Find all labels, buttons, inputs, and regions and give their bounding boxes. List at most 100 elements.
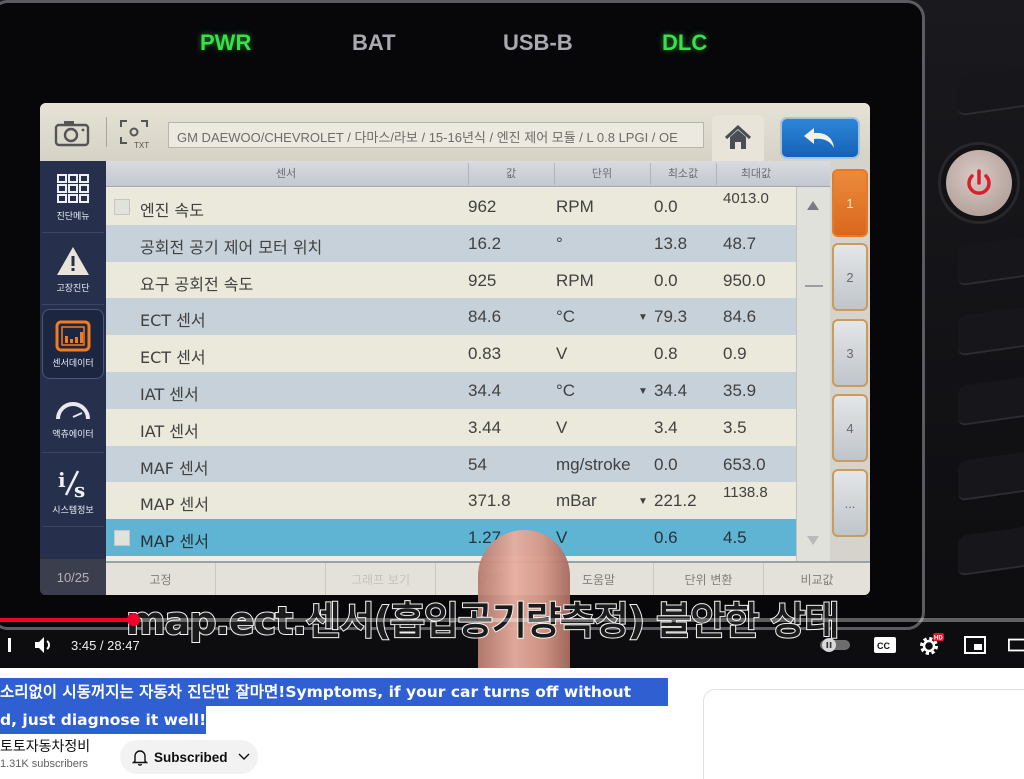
- sensor-min: 79.3: [654, 307, 688, 327]
- sensor-value: 84.6: [468, 307, 502, 327]
- video-player[interactable]: PWR BAT USB-B DLC TXT GM DAEWOO/CHEVROLE…: [0, 0, 1024, 668]
- miniplayer-icon: [964, 636, 986, 654]
- video-title-line-1: 소리없이 시동꺼지는 자동차 진단만 잘마면!Symptoms, if your…: [0, 678, 668, 706]
- sensor-max: 1138.8: [723, 484, 768, 502]
- column-header-max: 최대값: [740, 167, 772, 180]
- sensor-max: 4.5: [723, 528, 747, 548]
- min-indicator-icon: ▼: [638, 386, 648, 397]
- power-icon: [967, 169, 991, 195]
- home-button[interactable]: [712, 115, 764, 161]
- sensor-value: 54: [468, 454, 487, 474]
- page-tab-4[interactable]: 4: [832, 394, 868, 462]
- capture-text-button[interactable]: TXT: [114, 115, 154, 151]
- sensor-data-table: 센서 값 단위 최소값 최대값 엔진 속도 962 RPM 0.0 4013.0 공회전 …: [106, 161, 830, 561]
- sensor-max: 84.6: [723, 307, 757, 327]
- sensor-max: 3.5: [723, 417, 747, 437]
- table-header: 센서 값 단위 최소값 최대값: [106, 161, 830, 187]
- table-row[interactable]: ECT 센서 84.6 °C ▼ 79.3 84.6: [106, 298, 796, 336]
- sensor-max: 0.9: [723, 344, 747, 364]
- gear-icon: HD: [920, 633, 944, 655]
- table-row[interactable]: 공회전 공기 제어 모터 위치 16.2 ° 13.8 48.7: [106, 224, 796, 262]
- sensor-unit: V: [556, 417, 568, 437]
- page-tab-1[interactable]: 1: [832, 169, 868, 237]
- next-button[interactable]: [0, 632, 14, 658]
- miniplayer-button[interactable]: [962, 632, 988, 658]
- sensor-value: 0.83: [468, 344, 502, 364]
- column-header-sensor: 센서: [275, 167, 297, 180]
- settings-button[interactable]: HD: [917, 632, 945, 658]
- sensor-value: 371.8: [468, 491, 511, 511]
- sensor-chart-icon: [55, 320, 91, 351]
- warning-icon: [57, 247, 89, 275]
- sidebar-item-diagnostic-menu[interactable]: 진단메뉴: [42, 163, 104, 233]
- page-tab-2[interactable]: 2: [832, 243, 868, 311]
- scanner-screen: TXT GM DAEWOO/CHEVROLET / 다마스/라보 / 15-16…: [40, 103, 870, 595]
- sensor-min: 0.0: [654, 270, 678, 290]
- channel-name[interactable]: 토토자동차정비: [0, 736, 90, 756]
- sensor-unit: °C: [556, 381, 576, 400]
- progress-bar[interactable]: [0, 613, 1024, 626]
- sensor-name: 공회전 공기 제어 모터 위치: [140, 237, 323, 257]
- sidebar-item-actuator[interactable]: 액츄에이터: [42, 383, 104, 453]
- scroll-thumb[interactable]: [805, 285, 823, 287]
- scroll-up-arrow-icon[interactable]: [807, 201, 819, 210]
- sensor-name: MAF 센서: [140, 458, 209, 478]
- row-checkbox[interactable]: [114, 199, 130, 215]
- svg-text:CC: CC: [877, 641, 890, 651]
- gauge-icon: [56, 402, 90, 420]
- sidebar-item-label: 액츄에이터: [52, 430, 94, 440]
- time-display: 3:45 / 28:47: [71, 638, 140, 653]
- page-tab-more[interactable]: ...: [832, 469, 868, 537]
- sensor-value: 962: [468, 197, 497, 216]
- table-row[interactable]: IAT 센서 34.4 °C ▼ 34.4 35.9: [106, 372, 796, 409]
- led-dlc: DLC: [662, 30, 708, 55]
- autoplay-toggle[interactable]: [818, 632, 852, 658]
- camera-icon: [54, 121, 90, 147]
- device-power-button[interactable]: [938, 142, 1020, 224]
- grid-menu-icon: [57, 174, 89, 203]
- back-button[interactable]: [780, 117, 860, 159]
- page-tab-3[interactable]: 3: [832, 319, 868, 387]
- sensor-unit: RPM: [556, 270, 594, 290]
- sidebar-item-label: 시스템정보: [52, 506, 94, 516]
- svg-text:i: i: [58, 468, 66, 492]
- breadcrumb: GM DAEWOO/CHEVROLET / 다마스/라보 / 15-16년식 /…: [168, 122, 704, 148]
- table-row[interactable]: IAT 센서 3.44 V 3.4 3.5: [106, 408, 796, 446]
- theater-mode-button[interactable]: [1008, 632, 1024, 658]
- sensor-unit: RPM: [556, 197, 594, 216]
- table-row[interactable]: MAF 센서 54 mg/stroke 0.0 653.0: [106, 445, 796, 483]
- sidebar-item-label: 진단메뉴: [56, 212, 90, 222]
- row-checkbox[interactable]: [114, 530, 130, 547]
- sidebar-item-system-info[interactable]: i s 시스템정보: [42, 457, 104, 527]
- autoplay-toggle-icon: [820, 638, 850, 652]
- table-row[interactable]: 엔진 속도 962 RPM 0.0 4013.0: [106, 188, 796, 225]
- table-row[interactable]: MAP 센서 371.8 mBar ▼ 221.2 1138.8: [106, 482, 796, 520]
- sidebar-item-sensor-data[interactable]: 센서데이터: [42, 309, 104, 379]
- page-tabs: 1 2 3 4 ...: [830, 161, 870, 561]
- screenshot-button[interactable]: [52, 115, 92, 151]
- scrollbar[interactable]: [796, 187, 830, 561]
- svg-text:s: s: [74, 478, 85, 499]
- sensor-unit: mBar: [556, 491, 597, 511]
- table-row[interactable]: 요구 공회전 속도 925 RPM 0.0 950.0: [106, 261, 796, 299]
- subscriber-count: 1.31K subscribers: [0, 758, 89, 770]
- sensor-max: 35.9: [723, 381, 757, 400]
- table-row[interactable]: MAP 센서 1.27 V 0.6 4.5: [106, 519, 796, 556]
- sensor-value: 34.4: [468, 381, 502, 400]
- min-indicator-icon: ▼: [638, 496, 648, 508]
- sensor-value: 925: [468, 270, 497, 290]
- closed-captions-icon: CC: [874, 637, 896, 653]
- scanner-sidebar: 진단메뉴 고장진단 센서데이터 액츄에이터 i s 시스템정보 10/25: [40, 161, 106, 595]
- sensor-min: 3.4: [654, 417, 678, 437]
- next-icon: [8, 638, 11, 652]
- subtitles-button[interactable]: CC: [873, 632, 897, 658]
- subscribed-button[interactable]: Subscribed: [120, 740, 258, 774]
- table-row[interactable]: ECT 센서 0.83 V 0.8 0.9: [106, 335, 796, 372]
- sidebar-card: [703, 689, 1024, 779]
- volume-button[interactable]: [32, 632, 56, 658]
- scroll-down-arrow-icon[interactable]: [807, 536, 819, 545]
- sensor-name: IAT 센서: [140, 421, 199, 441]
- sensor-min: 13.8: [654, 233, 688, 253]
- sidebar-item-fault-diagnosis[interactable]: 고장진단: [42, 235, 104, 305]
- sensor-value: 3.44: [468, 417, 502, 437]
